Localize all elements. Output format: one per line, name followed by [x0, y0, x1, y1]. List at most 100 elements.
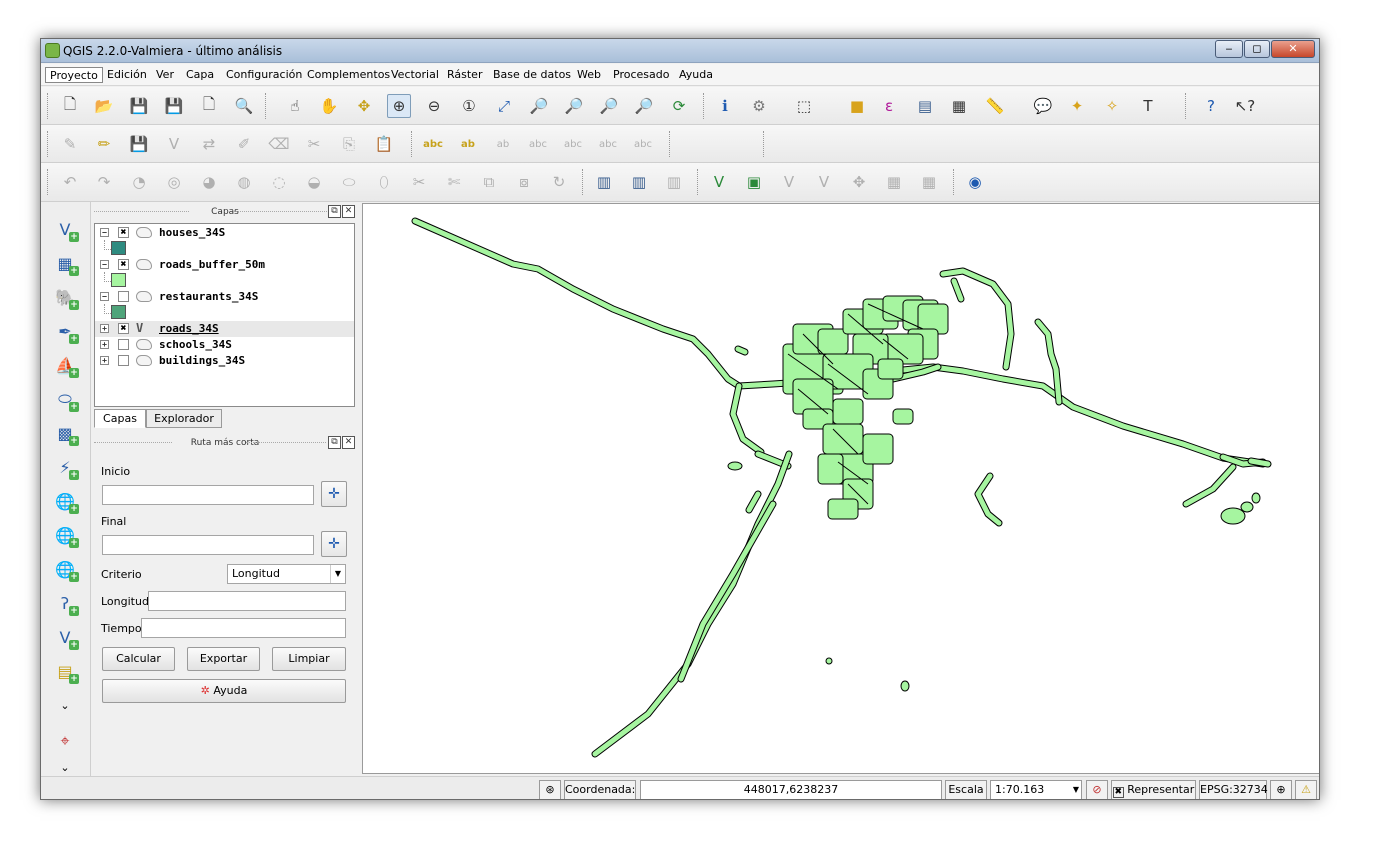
- toggle-extents-icon[interactable]: ⊛: [539, 780, 561, 799]
- messages-warning-icon[interactable]: ⚠: [1295, 780, 1317, 799]
- add-sql-anywhere-layer-icon[interactable]: ▩ +: [51, 420, 79, 446]
- add-feature-icon[interactable]: V: [162, 132, 186, 156]
- menu-proyecto[interactable]: Proyecto: [45, 67, 103, 83]
- float-panel-icon[interactable]: ⧉: [328, 436, 341, 449]
- fields-calculator-icon[interactable]: ▥: [592, 170, 616, 194]
- statistics-icon[interactable]: ▦: [947, 94, 971, 118]
- add-geonode-layer-icon[interactable]: ▤ +: [51, 658, 79, 684]
- zoom-to-selection-icon[interactable]: 🔎: [527, 94, 551, 118]
- menu-configuracion[interactable]: Configuración: [222, 67, 306, 83]
- open-project-icon[interactable]: 📂: [92, 94, 116, 118]
- pick-end-point-icon[interactable]: ✛: [321, 531, 347, 557]
- cut-features-icon[interactable]: ✂: [302, 132, 326, 156]
- render-toggle[interactable]: ✖ Representar: [1111, 780, 1196, 799]
- text-annotation-icon[interactable]: T: [1136, 94, 1160, 118]
- projection-icon[interactable]: ⊕: [1270, 780, 1292, 799]
- add-wms-icon[interactable]: ▥: [627, 170, 651, 194]
- close-panel-icon[interactable]: ✕: [342, 436, 355, 449]
- menu-web[interactable]: Web: [573, 67, 605, 83]
- layer-row-roads-buffer[interactable]: − ✖ roads_buffer_50m: [95, 257, 354, 273]
- add-raster-layer-icon[interactable]: ▦ +: [51, 250, 79, 276]
- menu-capa[interactable]: Capa: [182, 67, 218, 83]
- show-bookmarks-icon[interactable]: ✧: [1100, 94, 1124, 118]
- zoom-full-icon[interactable]: ⤢: [492, 94, 516, 118]
- calculate-button[interactable]: Calcular: [102, 647, 175, 671]
- menu-edicion[interactable]: Edición: [103, 67, 151, 83]
- pan-map-icon[interactable]: ✋: [317, 94, 341, 118]
- toggle-editing-icon[interactable]: ✏: [92, 132, 116, 156]
- save-project-icon[interactable]: 💾: [127, 94, 151, 118]
- add-wfs-layer-icon[interactable]: 🌐 +: [51, 522, 79, 548]
- merge-attributes-icon[interactable]: ⧇: [512, 170, 536, 194]
- menu-ver[interactable]: Ver: [152, 67, 178, 83]
- rotate-label-icon[interactable]: abc: [561, 132, 585, 156]
- expand-icon[interactable]: +: [100, 324, 109, 333]
- zoom-to-layer-icon[interactable]: 🔎: [562, 94, 586, 118]
- add-delimited-text-layer-icon[interactable]: 🌐 +: [51, 556, 79, 582]
- add-spatialite-layer-icon[interactable]: ✒ +: [51, 318, 79, 344]
- add-wms-layer-icon[interactable]: 🌐 +: [51, 488, 79, 514]
- delete-selected-icon[interactable]: ⌫: [267, 132, 291, 156]
- google-earth-icon[interactable]: ◉: [963, 170, 987, 194]
- undo-icon[interactable]: ↶: [58, 170, 82, 194]
- new-memory-layer-icon[interactable]: V: [777, 170, 801, 194]
- delete-part-icon[interactable]: ◒: [302, 170, 326, 194]
- menu-base-de-datos[interactable]: Base de datos: [489, 67, 575, 83]
- measure-line-icon[interactable]: 📏: [983, 94, 1007, 118]
- composer-manager-icon[interactable]: 🔍: [232, 94, 256, 118]
- move-label-icon[interactable]: abc: [526, 132, 550, 156]
- copy-features-icon[interactable]: ⎘: [337, 132, 361, 156]
- crs-status[interactable]: EPSG:32734: [1199, 780, 1268, 799]
- add-wcs-server-icon[interactable]: ʔ +: [51, 590, 79, 616]
- node-tool-icon[interactable]: ✐: [232, 132, 256, 156]
- layer-visibility-checkbox[interactable]: ✖: [118, 323, 129, 334]
- new-temporary-layer-icon[interactable]: V: [812, 170, 836, 194]
- start-point-input[interactable]: [102, 485, 314, 505]
- coordinate-capture-icon[interactable]: ⌖: [51, 728, 79, 754]
- rotate-symbols-icon[interactable]: ↻: [547, 170, 571, 194]
- stop-render-icon[interactable]: ⊘: [1086, 780, 1108, 799]
- layer-row-roads[interactable]: + ✖ V roads_34S: [95, 321, 354, 337]
- collapse-icon[interactable]: −: [100, 228, 109, 237]
- layer-visibility-checkbox[interactable]: [118, 291, 129, 302]
- paste-features-icon[interactable]: 📋: [372, 132, 396, 156]
- new-spatialite-icon[interactable]: ▣: [742, 170, 766, 194]
- delete-ring-icon[interactable]: ◌: [267, 170, 291, 194]
- new-project-icon[interactable]: 🗋: [58, 94, 82, 118]
- close-button[interactable]: ✕: [1271, 40, 1315, 58]
- identify-features-icon[interactable]: ℹ: [713, 94, 737, 118]
- help-button[interactable]: ✲ Ayuda: [102, 679, 346, 703]
- menu-procesado[interactable]: Procesado: [609, 67, 673, 83]
- coordinate-display[interactable]: 448017,6238237: [640, 780, 942, 799]
- split-features-icon[interactable]: ✂: [407, 170, 431, 194]
- end-point-input[interactable]: [102, 535, 314, 555]
- add-oracle-layer-icon[interactable]: ⬭ +: [51, 386, 79, 412]
- maximize-button[interactable]: ◻: [1244, 40, 1270, 58]
- expand-icon[interactable]: +: [100, 340, 109, 349]
- select-features-icon[interactable]: ⬚: [792, 94, 816, 118]
- whats-this-icon[interactable]: ↖?: [1233, 94, 1257, 118]
- more-tools-chevron-icon[interactable]: ⌄: [51, 692, 79, 718]
- layer-filter-icon[interactable]: ▦: [917, 170, 941, 194]
- refresh-icon[interactable]: ⟳: [667, 94, 691, 118]
- menu-raster[interactable]: Ráster: [443, 67, 486, 83]
- touch-zoom-icon[interactable]: ☝: [283, 94, 307, 118]
- criterion-select[interactable]: Longitud ▼: [227, 564, 346, 584]
- deselect-all-icon[interactable]: ■: [845, 94, 869, 118]
- layer-row-schools[interactable]: + schools_34S: [95, 337, 354, 353]
- topology-icon[interactable]: ▦: [882, 170, 906, 194]
- save-edits-icon[interactable]: 💾: [127, 132, 151, 156]
- add-wcs-layer-icon[interactable]: ⚡ +: [51, 454, 79, 480]
- zoom-in-icon[interactable]: ⊕: [387, 94, 411, 118]
- current-edits-icon[interactable]: ✎: [58, 132, 82, 156]
- new-print-composer-icon[interactable]: 🗋: [197, 94, 221, 118]
- map-canvas[interactable]: [362, 203, 1319, 774]
- map-tips-icon[interactable]: 💬: [1031, 94, 1055, 118]
- zoom-native-icon[interactable]: ①: [457, 94, 481, 118]
- collapse-icon[interactable]: −: [100, 260, 109, 269]
- float-panel-icon[interactable]: ⧉: [328, 205, 341, 218]
- pan-to-selection-icon[interactable]: ✥: [352, 94, 376, 118]
- run-feature-action-icon[interactable]: ⚙: [747, 94, 771, 118]
- select-by-expression-icon[interactable]: ε: [877, 94, 901, 118]
- split-parts-icon[interactable]: ✄: [442, 170, 466, 194]
